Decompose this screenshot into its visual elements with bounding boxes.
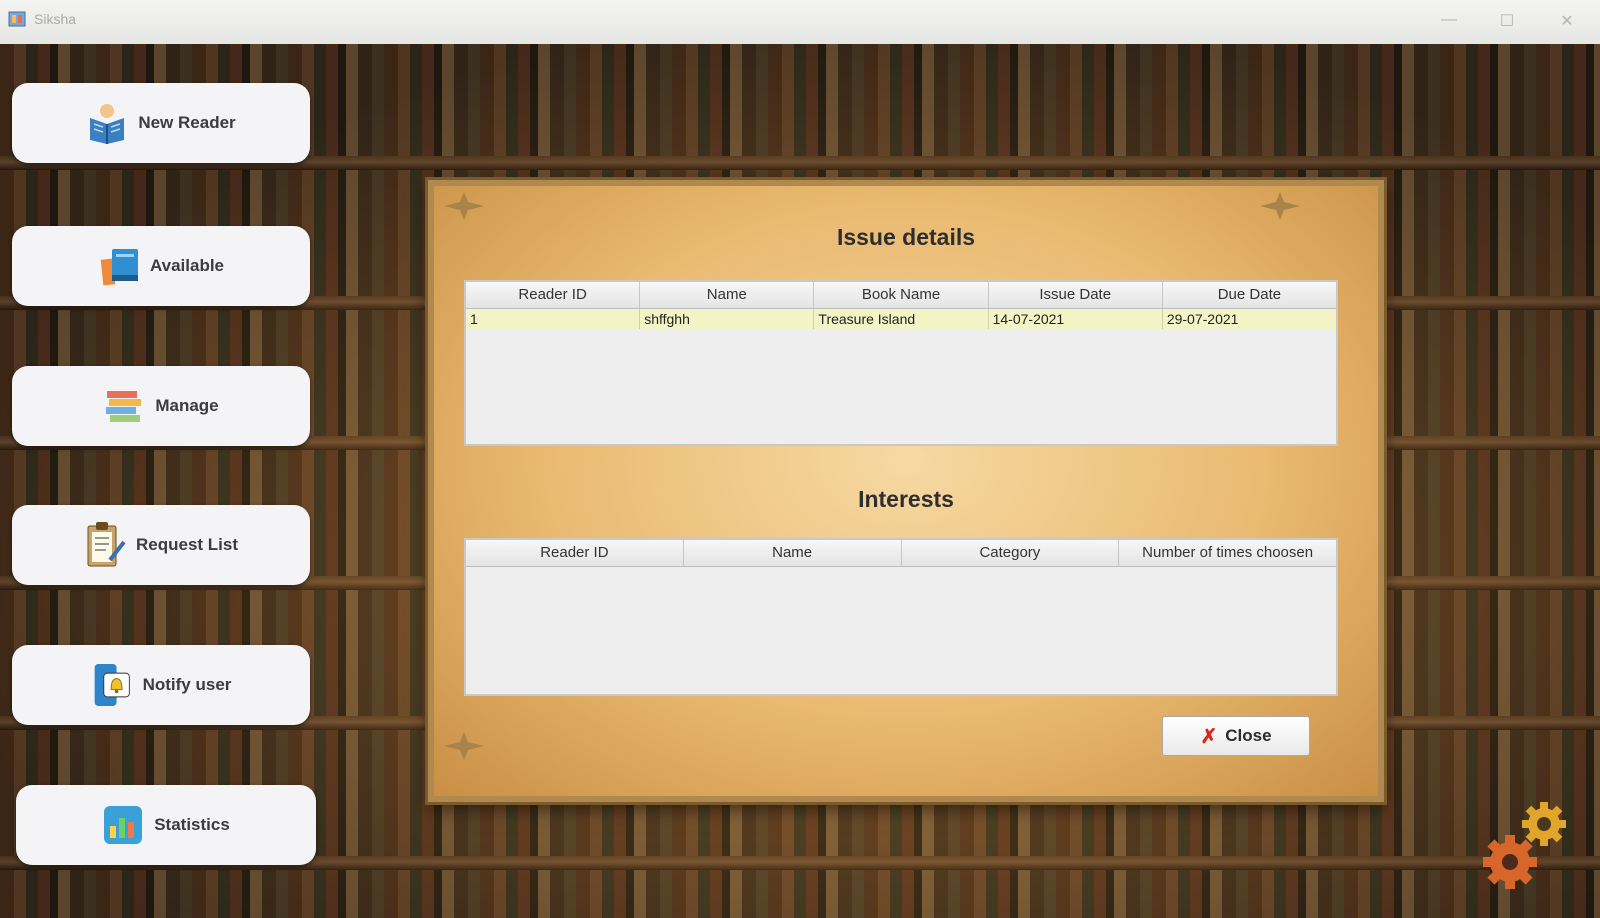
manage-books-icon	[103, 385, 145, 427]
gears-icon[interactable]	[1472, 800, 1582, 900]
close-button[interactable]: ✗ Close	[1162, 716, 1310, 756]
notify-user-label: Notify user	[142, 675, 232, 694]
window-title-bar: Siksha — ☐ ✕	[0, 0, 1600, 45]
request-list-button[interactable]: Request List	[12, 505, 310, 585]
notify-user-button[interactable]: Notify user	[12, 645, 310, 725]
issue-details-dialog: Issue details Reader ID Name Book Name I…	[428, 180, 1384, 802]
table-row[interactable]: 1 shffghh Treasure Island 14-07-2021 29-…	[466, 309, 1336, 329]
column-header-category[interactable]: Category	[902, 540, 1120, 566]
manage-label: Manage	[155, 396, 219, 415]
column-header-reader-id[interactable]: Reader ID	[466, 282, 641, 308]
chart-icon	[102, 804, 144, 846]
new-reader-button[interactable]: New Reader	[12, 83, 310, 163]
interests-table[interactable]: Reader ID Name Category Number of times …	[464, 538, 1338, 696]
close-x-icon: ✗	[1200, 725, 1218, 748]
column-header-issue-date[interactable]: Issue Date	[989, 282, 1163, 308]
cell-issue-date: 14-07-2021	[989, 309, 1163, 329]
corner-ornament-icon	[444, 732, 484, 760]
interests-title: Interests	[858, 486, 954, 512]
window-title: Siksha	[34, 11, 77, 27]
manage-button[interactable]: Manage	[12, 366, 310, 446]
issue-details-title: Issue details	[836, 224, 976, 250]
interests-table-header: Reader ID Name Category Number of times …	[466, 540, 1336, 567]
statistics-button[interactable]: Statistics	[16, 785, 316, 865]
cell-due-date: 29-07-2021	[1166, 311, 1239, 327]
app-icon	[8, 11, 26, 27]
cell-reader-id: 1	[466, 309, 641, 329]
close-window-button[interactable]: ✕	[1555, 11, 1579, 31]
books-icon	[98, 245, 140, 287]
cell-book-name: Treasure Island	[814, 309, 989, 329]
available-label: Available	[149, 256, 225, 275]
column-header-times-chosen[interactable]: Number of times choosen	[1119, 540, 1336, 566]
close-label: Close	[1225, 726, 1272, 745]
column-header-book-name[interactable]: Book Name	[814, 282, 989, 308]
corner-ornament-icon	[444, 192, 484, 220]
bell-phone-icon	[91, 664, 133, 706]
clipboard-icon	[84, 522, 126, 567]
new-reader-label: New Reader	[138, 113, 236, 132]
cell-name: shffghh	[640, 309, 815, 329]
issue-details-table[interactable]: Reader ID Name Book Name Issue Date Due …	[464, 280, 1338, 446]
available-button[interactable]: Available	[12, 226, 310, 306]
minimize-button[interactable]: —	[1437, 11, 1461, 29]
issue-table-header: Reader ID Name Book Name Issue Date Due …	[466, 282, 1336, 309]
statistics-label: Statistics	[154, 815, 230, 834]
column-header-reader-id[interactable]: Reader ID	[466, 540, 684, 566]
request-list-label: Request List	[135, 535, 239, 554]
reader-book-icon	[86, 102, 128, 144]
column-header-name[interactable]: Name	[640, 282, 815, 308]
maximize-button[interactable]: ☐	[1495, 11, 1519, 31]
column-header-due-date[interactable]: Due Date	[1163, 282, 1336, 308]
column-header-name[interactable]: Name	[684, 540, 902, 566]
corner-ornament-icon	[1260, 192, 1300, 220]
